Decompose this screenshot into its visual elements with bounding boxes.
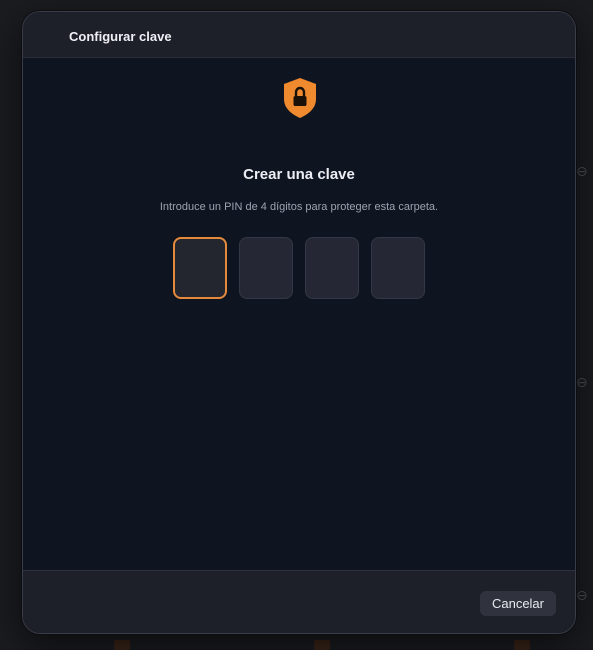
dialog-description: Introduce un PIN de 4 dígitos para prote… — [159, 201, 439, 213]
dialog-title: Configurar clave — [69, 29, 172, 44]
more-icon: ⊖ — [576, 375, 588, 391]
folder-icon — [114, 640, 130, 650]
folder-icon — [514, 640, 530, 650]
more-icon: ⊖ — [576, 164, 588, 180]
cancel-button[interactable]: Cancelar — [479, 591, 556, 616]
pin-digit-4[interactable] — [371, 237, 425, 299]
dialog-footer: Cancelar — [23, 570, 575, 633]
pin-input-group — [173, 237, 427, 301]
shield-lock-icon — [284, 78, 316, 118]
pin-digit-3[interactable] — [305, 237, 359, 299]
more-icon: ⊖ — [576, 588, 588, 604]
set-password-dialog: Configurar clave Crear una clave Introdu… — [22, 11, 576, 634]
pin-digit-1[interactable] — [173, 237, 227, 299]
folder-icon — [314, 640, 330, 650]
dialog-heading: Crear una clave — [243, 166, 355, 183]
dialog-header: Configurar clave — [23, 12, 575, 58]
pin-digit-2[interactable] — [239, 237, 293, 299]
